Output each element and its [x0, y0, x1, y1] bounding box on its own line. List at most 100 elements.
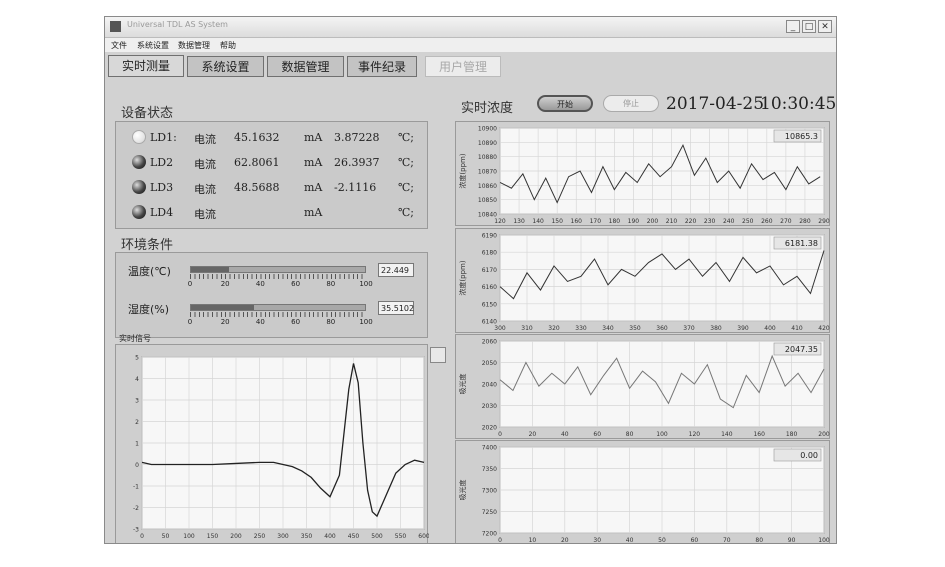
ld-name: LD4 [150, 206, 174, 219]
concentration-chart-1: 120 130 140 150 160 170 180 190 200 210 220 230 240 2… [455, 121, 830, 226]
x-tick-label: 360 [656, 325, 668, 332]
x-tick-label: 350 [629, 325, 641, 332]
scale-label: 100 [359, 280, 373, 288]
y-tick-label: 7200 [482, 531, 497, 538]
x-tick-label: 150 [551, 218, 563, 225]
y-tick-label: 1 [135, 441, 139, 448]
start-button[interactable]: 开始 [537, 95, 593, 112]
x-tick-label: 400 [764, 325, 776, 332]
x-tick-label: 180 [786, 431, 798, 438]
tab-event-log[interactable]: 事件纪录 [347, 56, 417, 77]
y-tick-label: 4 [135, 376, 139, 383]
menu-help[interactable]: 帮助 [220, 40, 236, 51]
ld-row: LD1: 电流 45.1632 mA 3.87228 ℃; [128, 128, 448, 148]
y-tick-label: 10890 [478, 140, 497, 147]
tab-data-management[interactable]: 数据管理 [267, 56, 344, 77]
temperature-scale [190, 274, 366, 279]
y-tick-label: 10900 [478, 126, 497, 133]
x-tick-label: 120 [689, 431, 701, 438]
current-unit: mA [304, 181, 323, 194]
current-value: 62.8061 [234, 156, 280, 169]
humidity-value: 35.5102 [378, 301, 414, 315]
x-tick-label: 160 [571, 218, 583, 225]
device-status-title: 设备状态 [121, 106, 174, 121]
y-tick-label: 2050 [482, 360, 497, 367]
y-tick-label: 2020 [482, 425, 497, 432]
x-tick-label: 420 [818, 325, 830, 332]
device-status-panel: LD1: 电流 45.1632 mA 3.87228 ℃; LD2 电流 62.8061 mA 26… [115, 121, 428, 229]
ld-name: LD2 [150, 156, 174, 169]
humidity-scale [190, 312, 366, 317]
x-tick-label: 20 [561, 537, 569, 544]
title-bar: Universal TDL AS System _ □ ✕ [105, 17, 836, 38]
y-axis-label: 吸光度 [458, 374, 467, 395]
x-tick-label: 230 [704, 218, 716, 225]
x-tick-label: 400 [324, 533, 336, 540]
ld-row: LD2 电流 62.8061 mA 26.3937 ℃; [128, 153, 448, 173]
x-tick-label: 550 [395, 533, 407, 540]
scale-label: 20 [220, 280, 230, 288]
y-tick-label: 6180 [482, 250, 497, 257]
y-tick-label: 0 [135, 462, 139, 469]
x-tick-label: 260 [761, 218, 773, 225]
current-value: 45.1632 [234, 131, 280, 144]
stop-button[interactable]: 停止 [603, 95, 659, 112]
x-tick-label: 0 [498, 537, 502, 544]
x-tick-label: 120 [494, 218, 506, 225]
x-tick-label: 450 [348, 533, 360, 540]
menu-file[interactable]: 文件 [111, 40, 127, 51]
x-tick-label: 250 [254, 533, 266, 540]
x-tick-label: 240 [723, 218, 735, 225]
scale-label: 40 [255, 280, 265, 288]
menu-system-settings[interactable]: 系统设置 [137, 40, 169, 51]
x-tick-label: 210 [666, 218, 678, 225]
temperature-bar [190, 266, 366, 273]
tab-system-settings[interactable]: 系统设置 [187, 56, 264, 77]
x-tick-label: 100 [656, 431, 668, 438]
x-tick-label: 320 [548, 325, 560, 332]
y-tick-label: 10860 [478, 183, 497, 190]
minimize-button[interactable]: _ [786, 20, 800, 33]
y-axis-label: 吸光度 [458, 480, 467, 501]
tab-realtime-measurement[interactable]: 实时测量 [108, 55, 184, 77]
realtime-signal-plot: 0 50 100 150 200 250 300 350 400 450 500 550 600 5 4 3 2… [133, 355, 430, 541]
x-tick-label: 80 [755, 537, 763, 544]
y-tick-label: 6140 [482, 319, 497, 326]
scroll-button[interactable] [430, 347, 446, 363]
x-tick-label: 70 [723, 537, 731, 544]
current-unit: mA [304, 131, 323, 144]
scale-label: 0 [187, 280, 193, 288]
maximize-button[interactable]: □ [802, 20, 816, 33]
y-tick-label: 2 [135, 419, 139, 426]
x-tick-label: 300 [277, 533, 289, 540]
y-tick-label: 7250 [482, 509, 497, 516]
y-tick-label: 3 [135, 398, 139, 405]
absorbance-plot-2: 0 10 20 30 40 50 60 70 80 90 100 7400 7350 7300 7250 72… [458, 445, 830, 544]
temperature-unit: ℃; [398, 131, 415, 144]
close-button[interactable]: ✕ [818, 20, 832, 33]
x-tick-label: 160 [753, 431, 765, 438]
x-tick-label: 50 [658, 537, 666, 544]
x-tick-label: 200 [230, 533, 242, 540]
current-unit: mA [304, 206, 323, 219]
y-tick-label: 2060 [482, 339, 497, 346]
current-value: 48.5688 [234, 181, 280, 194]
x-tick-label: 60 [691, 537, 699, 544]
scale-label: 100 [359, 318, 373, 326]
x-tick-label: 90 [788, 537, 796, 544]
temperature-row: 温度(℃) 0 20 40 60 80 100 22.449 [128, 259, 418, 299]
ld-row: LD4 电流 mA ℃; [128, 203, 448, 223]
x-tick-label: 250 [742, 218, 754, 225]
y-tick-label: 10870 [478, 169, 497, 176]
menu-data-management[interactable]: 数据管理 [178, 40, 210, 51]
x-tick-label: 280 [799, 218, 811, 225]
temperature-unit: ℃; [398, 156, 415, 169]
y-tick-label: 7400 [482, 445, 497, 452]
x-tick-label: 270 [780, 218, 792, 225]
y-tick-label: 7350 [482, 466, 497, 473]
x-tick-label: 140 [721, 431, 733, 438]
y-tick-label: -3 [133, 527, 139, 534]
absorbance-chart-2: 0 10 20 30 40 50 60 70 80 90 100 7400 7350 7300 7250 72… [455, 440, 830, 544]
temperature-unit: ℃; [398, 206, 415, 219]
realtime-signal-title: 实时信号 [119, 334, 151, 343]
